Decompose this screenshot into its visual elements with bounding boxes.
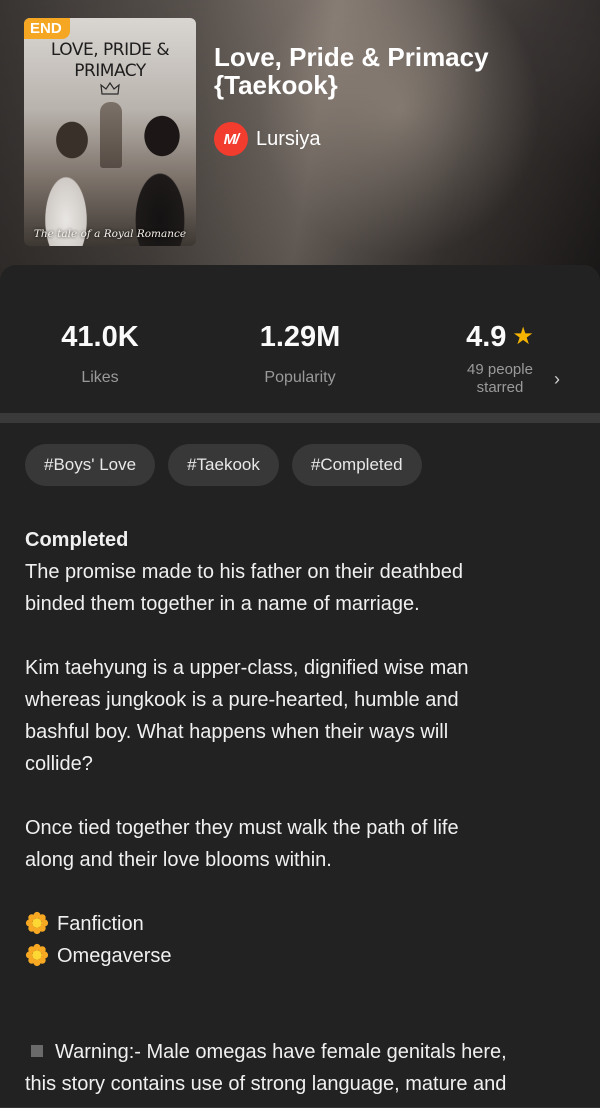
book-cover[interactable]: END LOVE, PRIDE & PRIMACY The tale of a …: [24, 18, 196, 246]
book-title: Love, Pride & Primacy {Taekook}: [214, 42, 489, 100]
rating-label: 49 people starred: [410, 361, 590, 397]
author-link[interactable]: M/ Lursiya: [214, 122, 320, 156]
detail-panel: 41.0K Likes 1.29M Popularity 4.9 ★ 49 pe…: [0, 265, 600, 1108]
flower-icon: [25, 943, 49, 967]
stat-rating[interactable]: 4.9 ★ 49 people starred: [410, 319, 590, 397]
description-line: along and their love blooms within.: [25, 849, 332, 871]
cover-title-line2: PRIMACY: [74, 61, 146, 81]
description-line: Once tied together they must walk the pa…: [25, 817, 459, 839]
cover-title-line1: LOVE, PRIDE &: [50, 40, 170, 60]
warning-text-1: Warning:- Male omegas have female genita…: [55, 1041, 507, 1063]
cover-title: LOVE, PRIDE & PRIMACY: [24, 40, 196, 82]
author-name: Lursiya: [256, 127, 321, 150]
description-line: whereas jungkook is a pure-hearted, humb…: [25, 689, 459, 711]
section-divider: [0, 413, 600, 423]
genre-label: Fanfiction: [57, 913, 144, 935]
description-line: The promise made to his father on their …: [25, 561, 464, 583]
likes-value: 41.0K: [61, 321, 139, 353]
chevron-right-icon[interactable]: ›: [554, 369, 560, 390]
rating-value: 4.9: [466, 321, 507, 353]
description-status: Completed: [25, 529, 129, 551]
square-bullet-icon: [31, 1045, 43, 1057]
stat-popularity: 1.29M Popularity: [210, 319, 390, 387]
rating-value-row: 4.9 ★: [410, 319, 590, 355]
crown-icon: [100, 82, 120, 95]
cover-figure-left: [32, 110, 102, 246]
flower-icon: [25, 911, 49, 935]
description-line: bashful boy. What happens when their way…: [25, 721, 449, 743]
tag-list: #Boys' Love #Taekook #Completed: [25, 444, 422, 486]
end-badge: END: [24, 18, 70, 39]
description-line: [25, 780, 575, 812]
rating-label-line2: starred: [476, 379, 524, 396]
tag-boys-love[interactable]: #Boys' Love: [25, 444, 156, 486]
description-line: [25, 620, 575, 652]
tag-completed[interactable]: #Completed: [291, 444, 422, 486]
popularity-label: Popularity: [264, 369, 336, 386]
tag-taekook[interactable]: #Taekook: [168, 444, 279, 486]
genre-item: Omegaverse: [25, 940, 575, 972]
likes-label: Likes: [81, 369, 119, 386]
author-logo-icon: M/: [214, 122, 248, 156]
description-line: Kim taehyung is a upper-class, dignified…: [25, 657, 469, 679]
rating-label-line1: 49 people: [467, 361, 533, 378]
genre-item: Fanfiction: [25, 908, 575, 940]
star-icon: ★: [512, 323, 534, 350]
cover-figure-right: [116, 102, 196, 246]
description-line: collide?: [25, 753, 93, 775]
description: Completed The promise made to his father…: [25, 524, 575, 1100]
popularity-value: 1.29M: [259, 321, 341, 353]
warning-line: Warning:- Male omegas have female genita…: [25, 1036, 575, 1068]
stat-likes: 41.0K Likes: [10, 319, 190, 387]
genre-label: Omegaverse: [57, 945, 172, 967]
stats-row: 41.0K Likes 1.29M Popularity 4.9 ★ 49 pe…: [0, 265, 600, 413]
description-line: binded them together in a name of marria…: [25, 593, 420, 615]
cover-tagline: The tale of a Royal Romance: [33, 228, 187, 240]
warning-line: this story contains use of strong langua…: [25, 1073, 507, 1095]
